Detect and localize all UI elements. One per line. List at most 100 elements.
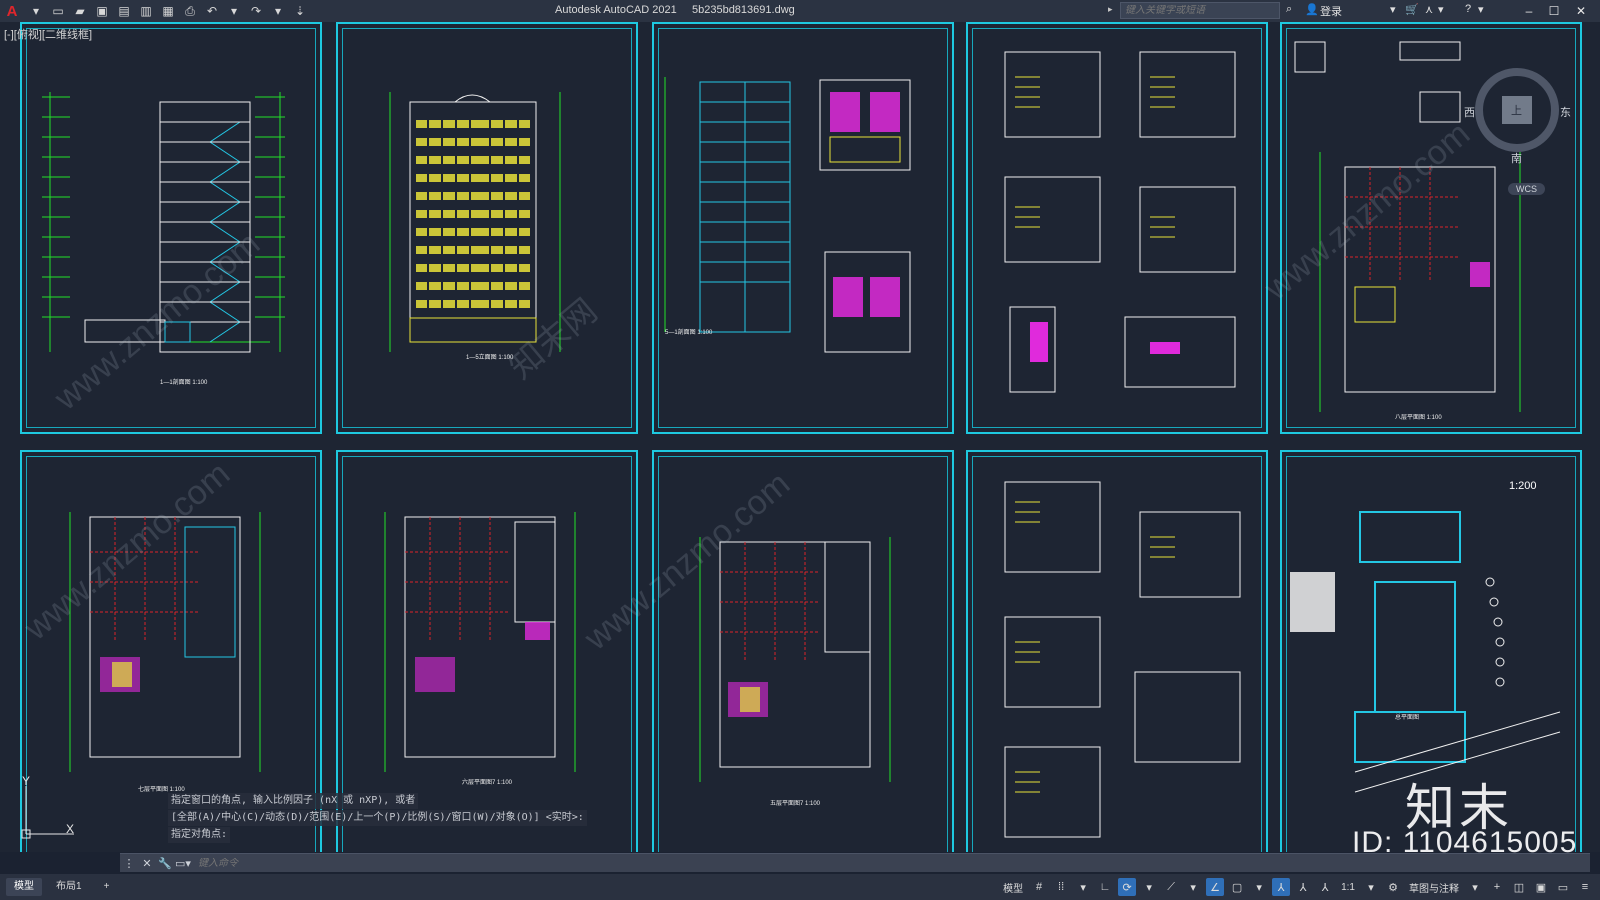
sheet-caption: 1—5立面图 1:100 bbox=[466, 355, 514, 361]
autodesk-app-dropdown-icon[interactable]: ▾ bbox=[1438, 3, 1444, 16]
polar-tracking-icon[interactable]: ⟳ bbox=[1118, 878, 1137, 896]
viewcube[interactable]: 西 东 上 南 bbox=[1462, 62, 1572, 172]
app-menu-chevron-icon[interactable]: ▾ bbox=[28, 3, 44, 19]
ucs-y-label: Y bbox=[22, 774, 31, 788]
search-box[interactable] bbox=[1120, 2, 1280, 19]
clean-screen-icon[interactable]: ▭ bbox=[1554, 878, 1572, 896]
command-history: 指定窗口的角点, 输入比例因子 (nX 或 nXP), 或者 [全部(A)/中心… bbox=[168, 793, 587, 844]
drawing-svg bbox=[42, 41, 1561, 838]
sheet-caption: 五层平面图7 1:100 bbox=[770, 801, 821, 807]
customize-menu-icon[interactable]: ≡ bbox=[1576, 878, 1594, 896]
site-plan-drawing bbox=[1290, 511, 1561, 793]
workspace-switcher[interactable]: 草图与注释 bbox=[1406, 880, 1462, 895]
workspace-gear-icon[interactable]: ⚙ bbox=[1384, 878, 1402, 896]
search-expand-icon[interactable]: ▸ bbox=[1108, 4, 1113, 15]
ucs-icon: Y X bbox=[14, 774, 84, 848]
annotation-scale-value[interactable]: 1:1 bbox=[1338, 882, 1358, 893]
maximize-icon[interactable]: ☐ bbox=[1545, 2, 1563, 20]
add-icon[interactable]: + bbox=[1488, 878, 1506, 896]
tab-model[interactable]: 模型 bbox=[6, 878, 42, 896]
snap-icon[interactable]: ⁞⁞ bbox=[1052, 878, 1070, 896]
object-snap-dropdown-icon[interactable]: ▾ bbox=[1250, 878, 1268, 896]
file-name: 5b235bd813691.dwg bbox=[691, 4, 795, 16]
auto-scale-icon[interactable]: ⅄ bbox=[1294, 878, 1312, 896]
sheet-caption: 八层平面图 1:100 bbox=[1395, 415, 1442, 421]
scale-dropdown-icon[interactable]: ▾ bbox=[1362, 878, 1380, 896]
app-name: Autodesk AutoCAD 2021 bbox=[555, 4, 677, 16]
user-icon[interactable]: 👤 bbox=[1305, 3, 1319, 16]
section-drawing-1 bbox=[42, 92, 285, 353]
redo-dropdown-icon[interactable]: ▾ bbox=[270, 3, 286, 19]
sheet-caption: 六层平面图7 1:100 bbox=[462, 780, 513, 786]
new-file-icon[interactable]: ▭ bbox=[50, 3, 66, 19]
workspace-dropdown-icon[interactable]: ▾ bbox=[1466, 878, 1484, 896]
isodraft-icon[interactable]: ⟋ bbox=[1162, 878, 1180, 896]
grid-icon[interactable]: # bbox=[1030, 878, 1048, 896]
redo-icon[interactable]: ↷ bbox=[248, 3, 264, 19]
model-space-button[interactable]: 模型 bbox=[1000, 880, 1026, 895]
wcs-menu[interactable]: WCS bbox=[1508, 183, 1545, 195]
command-history-line: [全部(A)/中心(C)/动态(D)/范围(E)/上一个(P)/比例(S)/窗口… bbox=[168, 810, 587, 826]
ucs-x-label: X bbox=[66, 822, 75, 836]
ortho-icon[interactable]: ∟ bbox=[1096, 878, 1114, 896]
close-command-icon[interactable]: ✕ bbox=[138, 854, 156, 872]
autocad-logo-icon[interactable]: A bbox=[2, 1, 22, 21]
open-folder-icon[interactable]: ▰ bbox=[72, 3, 88, 19]
stair-details-drawing bbox=[1004, 51, 1236, 393]
save-icon[interactable]: ▣ bbox=[94, 3, 110, 19]
title-bar: A ▾ ▭ ▰ ▣ ▤ ▥ ▦ ⎙ ↶ ▾ ↷ ▾ ⇣ Autodesk Aut… bbox=[0, 0, 1600, 22]
annotation-scale-icon[interactable]: ⅄ bbox=[1316, 878, 1334, 896]
save-web-icon[interactable]: ▦ bbox=[160, 3, 176, 19]
login-link[interactable]: 登录 bbox=[1320, 3, 1342, 19]
recent-commands-icon[interactable]: ▭▾ bbox=[174, 854, 192, 872]
floor-plan-drawing-3 bbox=[384, 512, 576, 772]
viewport-controls[interactable]: [-][俯视][二维线框] bbox=[4, 26, 92, 42]
undo-icon[interactable]: ↶ bbox=[204, 3, 220, 19]
viewcube-south[interactable]: 南 bbox=[1511, 150, 1522, 166]
status-toggles: 模型 # ⁞⁞ ▾ ∟ ⟳ ▾ ⟋ ▾ ∠ ▢ ▾ ⅄ ⅄ ⅄ 1:1 ▾ ⚙ … bbox=[1000, 878, 1594, 896]
help-dropdown-icon[interactable]: ▾ bbox=[1478, 3, 1484, 16]
login-dropdown-icon[interactable]: ▾ bbox=[1390, 3, 1396, 16]
stair-details-drawing-2 bbox=[1004, 481, 1241, 838]
isodraft-dropdown-icon[interactable]: ▾ bbox=[1184, 878, 1202, 896]
binoculars-icon[interactable]: ⌕ bbox=[1286, 3, 1292, 16]
floor-plan-drawing-2 bbox=[69, 512, 261, 772]
customize-wrench-icon[interactable]: 🔧 bbox=[156, 854, 174, 872]
site-scale-label: 1:200 bbox=[1509, 480, 1537, 492]
sheet-caption: 5—1剖面图 1:100 bbox=[665, 330, 713, 336]
open-web-icon[interactable]: ▥ bbox=[138, 3, 154, 19]
grip-icon[interactable]: ⋮ bbox=[120, 854, 138, 872]
cart-icon[interactable]: 🛒 bbox=[1405, 3, 1419, 16]
sheet-caption: 总平面图 bbox=[1395, 715, 1420, 721]
polar-dropdown-icon[interactable]: ▾ bbox=[1140, 878, 1158, 896]
watermark-id: ID: 1104615005 bbox=[1352, 826, 1578, 859]
close-icon[interactable]: ✕ bbox=[1572, 2, 1590, 20]
customize-toolbar-icon[interactable]: ⇣ bbox=[292, 3, 308, 19]
save-as-icon[interactable]: ▤ bbox=[116, 3, 132, 19]
section-drawing-2 bbox=[664, 77, 911, 353]
drawing-canvas[interactable]: www.znzmo.com 知末网 www.znzmo.com www.znzm… bbox=[0, 22, 1600, 852]
viewcube-east[interactable]: 东 bbox=[1560, 104, 1571, 120]
snap-dropdown-icon[interactable]: ▾ bbox=[1074, 878, 1092, 896]
command-history-line: 指定窗口的角点, 输入比例因子 (nX 或 nXP), 或者 bbox=[168, 793, 419, 809]
floor-plan-drawing-4 bbox=[699, 537, 891, 782]
add-layout-button[interactable]: + bbox=[96, 878, 118, 896]
command-input[interactable] bbox=[198, 857, 1398, 869]
minimize-icon[interactable]: – bbox=[1520, 2, 1538, 20]
object-snap-tracking-icon[interactable]: ∠ bbox=[1206, 878, 1225, 896]
search-input[interactable] bbox=[1125, 5, 1279, 16]
help-icon[interactable]: ? bbox=[1465, 3, 1471, 15]
elevation-drawing bbox=[389, 92, 561, 352]
hardware-acceleration-icon[interactable]: ▣ bbox=[1532, 878, 1550, 896]
viewcube-west[interactable]: 西 bbox=[1464, 104, 1475, 120]
sheet-caption: 七层平面图 1:100 bbox=[138, 787, 185, 793]
plot-icon[interactable]: ⎙ bbox=[182, 3, 198, 19]
viewcube-top[interactable]: 上 bbox=[1511, 102, 1522, 118]
tab-layout1[interactable]: 布局1 bbox=[48, 878, 90, 896]
isolate-objects-icon[interactable]: ◫ bbox=[1510, 878, 1528, 896]
undo-dropdown-icon[interactable]: ▾ bbox=[226, 3, 242, 19]
object-snap-icon[interactable]: ▢ bbox=[1228, 878, 1246, 896]
sheet-caption: 1—1剖面图 1:100 bbox=[160, 380, 208, 386]
autodesk-app-icon[interactable]: ⋏ bbox=[1425, 3, 1433, 16]
annotation-visibility-icon[interactable]: ⅄ bbox=[1272, 878, 1291, 896]
